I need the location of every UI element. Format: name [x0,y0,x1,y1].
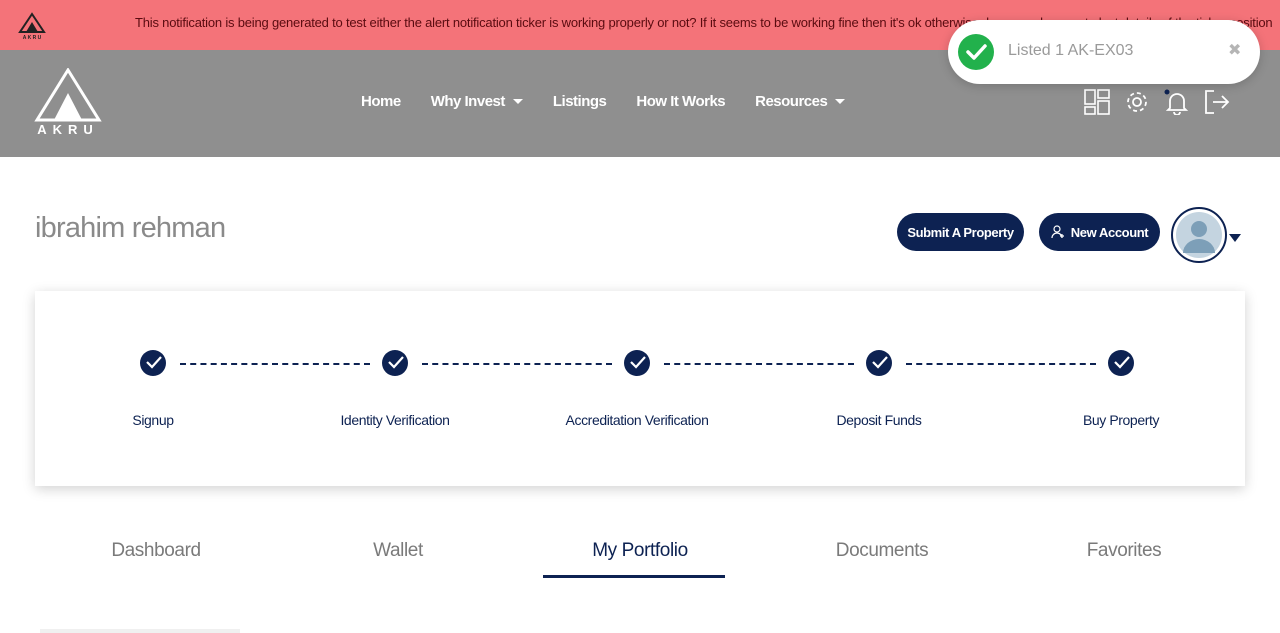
nav-links: Home Why Invest Listings How It Works Re… [361,93,875,110]
logout-icon[interactable] [1204,89,1230,115]
chevron-down-icon [512,99,523,104]
tab-wallet[interactable]: Wallet [373,540,423,562]
step-check-icon [1108,350,1134,376]
step-check-icon [140,350,166,376]
avatar[interactable] [1171,207,1227,263]
step-check-icon [624,350,650,376]
tab-my-portfolio[interactable]: My Portfolio [592,540,688,562]
submit-property-button[interactable]: Submit A Property [897,213,1024,251]
tab-dashboard[interactable]: Dashboard [111,540,201,562]
nav-link-label: Home [361,93,401,110]
svg-text:A K R U: A K R U [23,35,42,40]
nav-link-label: How It Works [636,93,726,110]
step-connector [422,363,612,365]
akru-triangle-icon [34,67,102,122]
step-label-signup: Signup [132,412,174,428]
new-account-button[interactable]: New Account [1039,213,1160,251]
step-label-deposit: Deposit Funds [836,412,922,428]
user-avatar-icon [1176,212,1222,258]
close-icon[interactable]: ✖ [1228,40,1241,60]
chevron-down-icon [835,99,846,104]
onboarding-progress: Signup Identity Verification Accreditati… [35,291,1245,486]
toast-message: Listed 1 AK-EX03 [1008,42,1134,59]
step-connector [664,363,854,365]
content-edge [40,629,240,633]
tab-favorites[interactable]: Favorites [1087,540,1162,562]
success-toast: Listed 1 AK-EX03 ✖ [948,20,1260,84]
step-connector [180,363,370,365]
nav-link-why-invest[interactable]: Why Invest [431,93,523,110]
step-label-identity: Identity Verification [340,412,450,428]
akru-logo-icon: A K R U [18,12,46,40]
step-check-icon [382,350,408,376]
nav-link-label: Listings [552,93,607,110]
tab-documents[interactable]: Documents [836,540,929,562]
nav-link-label: Why Invest [430,93,506,110]
nav-link-listings[interactable]: Listings [553,93,607,110]
nav-link-label: Resources [755,93,828,110]
step-label-accreditation: Accreditation Verification [565,412,709,428]
nav-link-resources[interactable]: Resources [755,93,846,110]
step-check-icon [866,350,892,376]
nav-link-how-it-works[interactable]: How It Works [636,93,725,110]
brand-name: AKRU [37,122,99,137]
bell-icon[interactable] [1164,89,1190,115]
brand-logo[interactable]: AKRU [34,67,102,138]
user-name: ibrahim rehman [35,212,226,244]
step-label-buy: Buy Property [1082,412,1160,428]
active-tab-indicator [543,575,725,578]
gear-icon[interactable] [1124,89,1150,115]
chevron-down-icon[interactable] [1229,234,1241,242]
dashboard-grid-icon[interactable] [1084,89,1110,115]
step-connector [906,363,1096,365]
add-user-icon [1051,225,1064,239]
new-account-label: New Account [1070,224,1149,240]
nav-icons [1084,89,1230,115]
check-circle-icon [958,34,994,70]
nav-link-home[interactable]: Home [361,93,401,110]
